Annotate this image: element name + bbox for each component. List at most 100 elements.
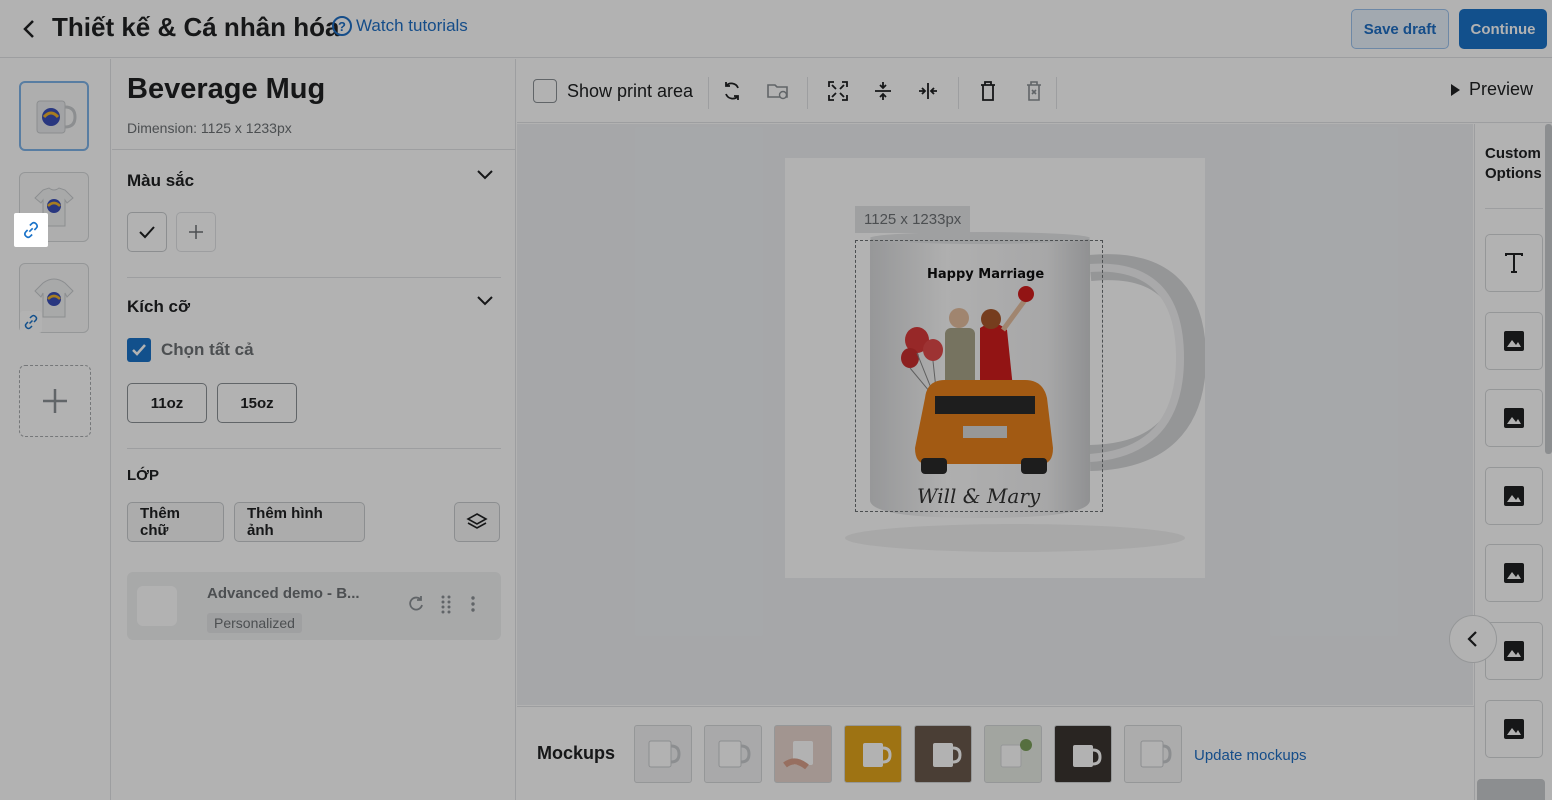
scroll-bar-thumb[interactable] [1477, 779, 1545, 800]
show-print-area-label: Show print area [567, 80, 694, 101]
refresh-icon[interactable] [406, 594, 426, 619]
drag-handle-icon[interactable] [440, 594, 452, 619]
custom-options-title: Custom Options [1485, 144, 1542, 184]
chevron-down-icon[interactable] [476, 165, 494, 186]
print-size-label: 1125 x 1233px [855, 206, 971, 233]
show-print-area-checkbox[interactable]: Show print area [533, 79, 693, 103]
design-canvas[interactable]: Will & Mary Happy Marriage 1125 x 1233px [785, 158, 1205, 578]
divider [1485, 208, 1543, 209]
checkbox-unchecked-icon [533, 79, 557, 103]
sync-icon[interactable] [718, 77, 746, 105]
layer-name: Advanced demo - B... [207, 585, 360, 602]
collapse-sidebar-button[interactable] [1449, 615, 1497, 663]
print-area-box[interactable] [855, 240, 1103, 512]
product-thumbnails [0, 59, 111, 800]
align-vertical-center-icon[interactable] [869, 77, 897, 105]
link-icon [20, 311, 42, 333]
plus-icon [189, 225, 203, 239]
add-color-button[interactable] [176, 212, 216, 252]
top-header: Thiết kế & Cá nhân hóa ? Watch tutorials… [0, 0, 1552, 58]
settings-panel: Beverage Mug Dimension: 1125 x 1233px Mà… [112, 59, 516, 800]
page-title: Thiết kế & Cá nhân hóa [52, 12, 340, 42]
play-icon [1451, 83, 1460, 96]
plus-icon [43, 389, 67, 413]
color-swatch-white[interactable] [127, 212, 167, 252]
custom-options-sidebar: Custom Options [1474, 124, 1552, 800]
image-option-button[interactable] [1485, 312, 1543, 370]
image-option-button[interactable] [1485, 700, 1543, 758]
more-vertical-icon[interactable] [470, 594, 476, 619]
fit-to-print-area-icon[interactable] [824, 77, 852, 105]
chevron-down-icon[interactable] [476, 291, 494, 312]
save-draft-button[interactable]: Save draft [1351, 9, 1449, 49]
help-icon: ? [332, 16, 352, 36]
image-icon [1504, 331, 1524, 351]
mockup-thumbnail[interactable] [704, 725, 762, 783]
add-image-button[interactable]: Thêm hình ảnh [234, 502, 365, 542]
divider [958, 77, 959, 109]
mug-thumbnail-image [36, 100, 77, 134]
preview-label: Preview [1469, 79, 1534, 99]
personalized-badge: Personalized [207, 613, 302, 633]
color-section-title: Màu sắc [127, 171, 195, 190]
editor-toolbar: Show print area Preview [517, 59, 1552, 123]
mockups-label: Mockups [537, 743, 616, 763]
image-icon [1504, 563, 1524, 583]
mockup-thumbnail[interactable] [844, 725, 902, 783]
size-15oz-button[interactable]: 15oz [217, 383, 297, 423]
preview-button[interactable]: Preview [1449, 79, 1533, 100]
custom-options-title-line2: Options [1485, 165, 1542, 182]
continue-button[interactable]: Continue [1459, 9, 1547, 49]
folder-sync-icon[interactable] [764, 77, 792, 105]
mockup-thumbnail[interactable] [1054, 725, 1112, 783]
divider [112, 149, 516, 150]
mockup-thumbnail[interactable] [984, 725, 1042, 783]
divider [807, 77, 808, 109]
delete-icon[interactable] [974, 77, 1002, 105]
layer-item[interactable]: Advanced demo - B... Personalized [127, 572, 501, 640]
image-option-button[interactable] [1485, 389, 1543, 447]
design-canvas-area: Will & Mary Happy Marriage 1125 x 1233px [517, 124, 1473, 705]
custom-options-title-line1: Custom [1485, 145, 1541, 162]
delete-all-icon[interactable] [1020, 77, 1048, 105]
select-all-label: Chọn tất cả [161, 340, 254, 359]
mockup-thumbnail[interactable] [914, 725, 972, 783]
mockups-bar: Mockups Update mockups [517, 706, 1474, 800]
back-icon[interactable] [18, 16, 40, 42]
select-all-checkbox[interactable]: Chọn tất cả [127, 338, 254, 362]
layers-button[interactable] [454, 502, 500, 542]
watch-tutorials-link[interactable]: ? Watch tutorials [332, 16, 468, 36]
divider [127, 277, 501, 278]
mockup-thumbnail[interactable] [774, 725, 832, 783]
image-icon [1504, 486, 1524, 506]
image-icon [1504, 641, 1524, 661]
product-dimension: Dimension: 1125 x 1233px [127, 120, 292, 136]
update-mockups-link[interactable]: Update mockups [1194, 747, 1307, 764]
product-name: Beverage Mug [127, 73, 326, 105]
mockup-thumbnail[interactable] [634, 725, 692, 783]
image-option-button[interactable] [1485, 467, 1543, 525]
layer-thumbnail [137, 586, 177, 626]
size-section-title: Kích cỡ [127, 297, 191, 316]
image-icon [1504, 719, 1524, 739]
divider [127, 448, 501, 449]
mockup-thumbnail[interactable] [1124, 725, 1182, 783]
watch-tutorials-label: Watch tutorials [356, 16, 468, 35]
image-option-button[interactable] [1485, 544, 1543, 602]
link-icon[interactable] [14, 213, 48, 247]
thumbnail-mug[interactable] [19, 81, 89, 151]
layers-icon [466, 513, 488, 529]
layer-section-title: LỚP [127, 467, 159, 484]
vertical-scrollbar[interactable] [1545, 124, 1552, 454]
checkbox-checked-icon [127, 338, 151, 362]
add-product-button[interactable] [19, 365, 91, 437]
text-option-button[interactable] [1485, 234, 1543, 292]
align-horizontal-center-icon[interactable] [914, 77, 942, 105]
add-text-button[interactable]: Thêm chữ [127, 502, 224, 542]
size-11oz-button[interactable]: 11oz [127, 383, 207, 423]
check-icon [139, 226, 155, 239]
divider [708, 77, 709, 109]
image-icon [1504, 408, 1524, 428]
text-icon [1505, 253, 1523, 273]
divider [1056, 77, 1057, 109]
